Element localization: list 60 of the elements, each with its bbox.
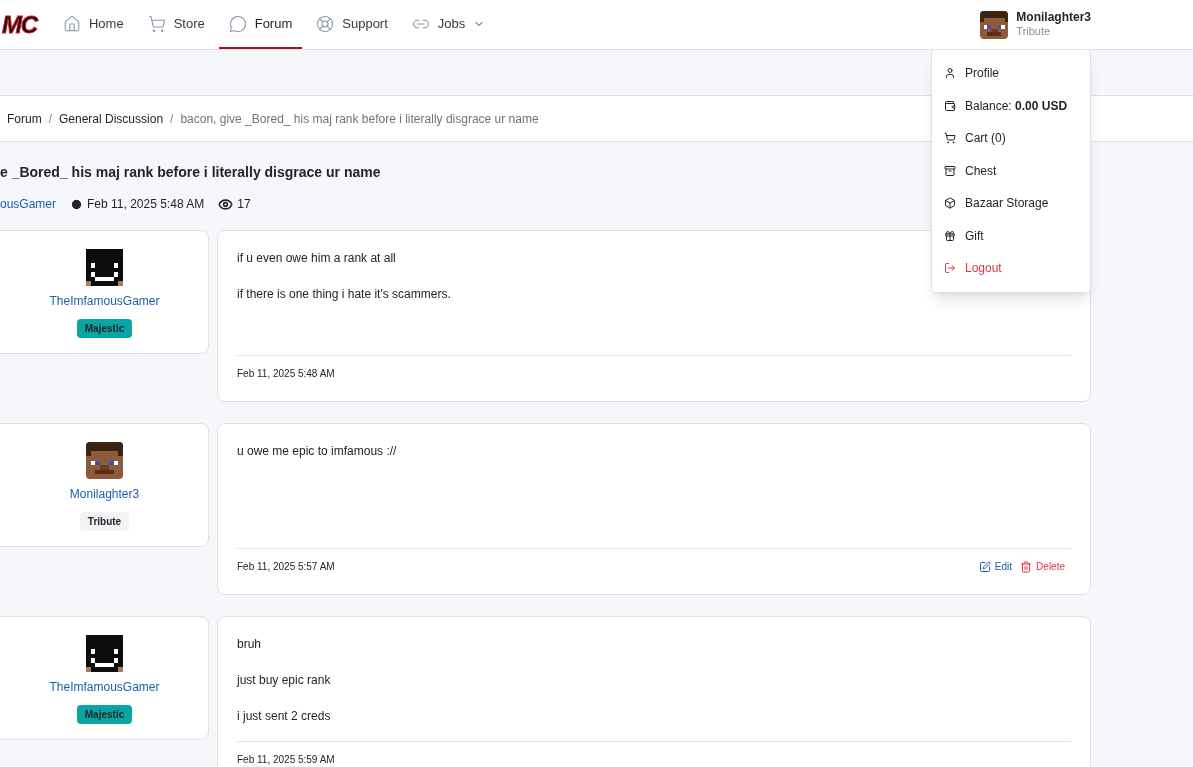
- logout-icon: [944, 262, 956, 275]
- user-menu[interactable]: Monilaghter3 Tribute: [980, 0, 1091, 49]
- nav-link[interactable]: Store: [137, 0, 215, 49]
- post-date: Feb 11, 2025 5:48 AM: [237, 367, 335, 381]
- breadcrumb-separator: /: [170, 110, 174, 128]
- avatar-icon: [86, 442, 123, 479]
- rank-label: Majestic: [76, 319, 133, 338]
- chat-bubble-icon: [228, 14, 247, 33]
- menu-item[interactable]: Profile: [932, 57, 1090, 90]
- menu-item[interactable]: Chest: [932, 154, 1090, 187]
- menu-item[interactable]: Cart (0): [932, 122, 1090, 155]
- cart-icon: [944, 132, 956, 145]
- delete-link[interactable]: Delete: [1020, 559, 1065, 574]
- author-link[interactable]: ousGamer: [0, 195, 57, 213]
- post-text: bruh: [237, 636, 263, 653]
- archive-icon: [944, 164, 956, 177]
- author-link[interactable]: Monilaghter3: [69, 485, 140, 503]
- view-count: 17: [237, 196, 251, 213]
- nav-link[interactable]: Support: [306, 0, 398, 49]
- breadcrumb-separator: /: [48, 110, 52, 128]
- post-text: if there is one thing i hate it's scammers.: [237, 286, 452, 303]
- rank-label: Tribute: [79, 512, 130, 531]
- breadcrumb-link[interactable]: General Discussion: [59, 109, 164, 128]
- post-date: Feb 11, 2025 5:59 AM: [237, 753, 335, 767]
- thread-title: e _Bored_ his maj rank before i literally disgrace ur name: [0, 163, 381, 182]
- gift-icon: [944, 229, 956, 242]
- author-link[interactable]: TheImfamousGamer: [49, 678, 160, 696]
- nav-link[interactable]: Home: [52, 0, 134, 49]
- author-link[interactable]: TheImfamousGamer: [49, 292, 160, 310]
- cart-icon: [147, 14, 166, 33]
- post-text: just buy epic rank: [237, 672, 332, 689]
- nav-link[interactable]: Jobs: [401, 0, 496, 49]
- menu-item[interactable]: Balance: 0.00 USD: [932, 89, 1090, 122]
- post-text: if u even owe him a rank at all: [237, 250, 397, 267]
- wallet-icon: [944, 99, 956, 112]
- breadcrumb-link[interactable]: Forum: [7, 109, 42, 128]
- post-text: i just sent 2 creds: [237, 708, 332, 725]
- breadcrumb-link[interactable]: bacon, give _Bored_ his maj rank before i literally disgrace ur name: [180, 109, 539, 128]
- eye-icon: [218, 196, 234, 212]
- logo[interactable]: MC: [2, 12, 37, 37]
- edit-link[interactable]: Edit: [978, 559, 1013, 574]
- avatar-icon: [980, 10, 1009, 39]
- rank-label: Majestic: [76, 705, 133, 724]
- trash-icon: [1020, 560, 1033, 573]
- thread-date: Feb 11, 2025 5:48 AM: [87, 196, 205, 213]
- post-date: Feb 11, 2025 5:57 AM: [237, 560, 335, 574]
- home-icon: [62, 14, 81, 33]
- pencil-icon: [978, 560, 991, 573]
- avatar-icon: [86, 249, 123, 286]
- user-icon: [944, 67, 956, 80]
- post-text: u owe me epic to imfamous ://: [237, 443, 398, 460]
- username: Monilaghter3: [1016, 10, 1091, 26]
- menu-item[interactable]: Bazaar Storage: [932, 187, 1090, 220]
- menu-item[interactable]: Gift: [932, 219, 1090, 252]
- lifebuoy-icon: [316, 14, 335, 33]
- user-rank: Tribute: [1016, 25, 1052, 39]
- box-icon: [944, 197, 956, 210]
- nav-link[interactable]: Forum: [218, 0, 303, 49]
- menu-item[interactable]: Logout: [932, 252, 1090, 285]
- avatar-icon: [86, 635, 123, 672]
